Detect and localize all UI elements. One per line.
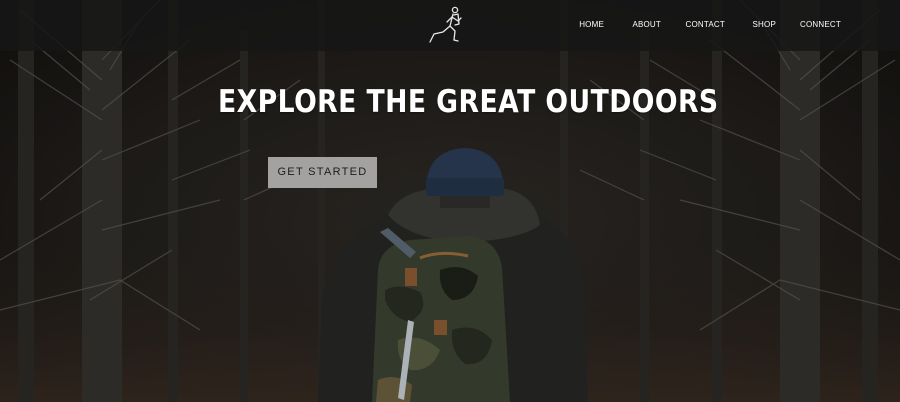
hero-background-image (0, 0, 900, 402)
nav-about[interactable]: ABOUT (632, 20, 661, 29)
nav-home[interactable]: HOME (579, 20, 604, 29)
landing-page: HOME ABOUT CONTACT SHOP CONNECT EXPLORE … (0, 0, 900, 402)
nav-shop[interactable]: SHOP (753, 20, 776, 29)
get-started-button[interactable]: GET STARTED (268, 157, 377, 188)
nav-connect[interactable]: CONNECT (800, 20, 841, 29)
hiker-running-logo-icon[interactable] (428, 4, 472, 46)
nav-contact[interactable]: CONTACT (686, 20, 725, 29)
hero-title: EXPLORE THE GREAT OUTDOORS (218, 84, 719, 120)
top-navigation-bar: HOME ABOUT CONTACT SHOP CONNECT (0, 0, 900, 51)
